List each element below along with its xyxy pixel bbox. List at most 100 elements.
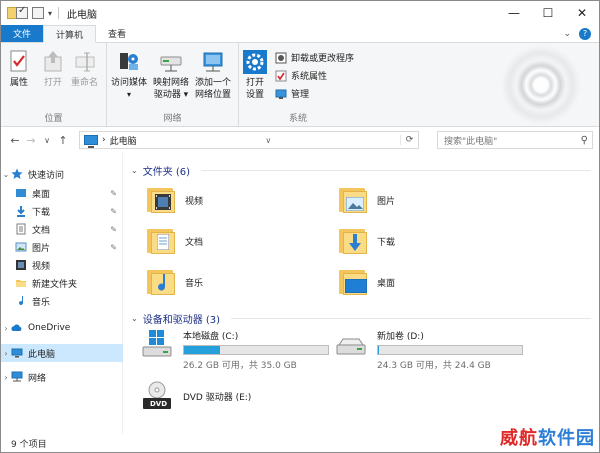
nav-music[interactable]: 音乐 bbox=[1, 292, 123, 310]
tab-computer[interactable]: 计算机 bbox=[43, 25, 97, 43]
help-icon[interactable]: ? bbox=[579, 27, 591, 40]
section-chevron-icon[interactable]: ⌄ bbox=[131, 314, 138, 323]
drive-usage-bar bbox=[183, 345, 329, 355]
nav-desktop[interactable]: 桌面 ✎ bbox=[1, 184, 123, 202]
map-network-drive-button[interactable]: 映射网络 驱动器 ▾ bbox=[153, 49, 189, 101]
nav-network-label: 网络 bbox=[28, 373, 47, 384]
quick-access-toolbar: ▾ bbox=[1, 5, 61, 19]
nav-pictures[interactable]: 图片 ✎ bbox=[1, 238, 123, 256]
collapsed-chevron-icon[interactable]: › bbox=[1, 373, 11, 382]
nav-new-folder-label: 新建文件夹 bbox=[32, 279, 78, 290]
nav-music-label: 音乐 bbox=[32, 297, 51, 308]
drive-label: 新加卷 (D:) bbox=[377, 332, 424, 342]
drives-section-header[interactable]: ⌄ 设备和驱动器 (3) bbox=[131, 311, 591, 326]
document-icon bbox=[15, 223, 27, 235]
drive-usage-bar bbox=[377, 345, 523, 355]
pin-icon: ✎ bbox=[110, 188, 117, 198]
folder-item-videos[interactable]: 视频 bbox=[145, 185, 203, 215]
customize-toolbar-icon[interactable]: ▾ bbox=[48, 9, 52, 18]
nav-videos[interactable]: 视频 bbox=[1, 256, 123, 274]
nav-quick-access-label: 快速访问 bbox=[28, 170, 65, 181]
folder-item-music[interactable]: 音乐 bbox=[145, 267, 203, 297]
gear-icon bbox=[243, 49, 267, 75]
folder-label: 下载 bbox=[377, 237, 396, 248]
new-folder-icon[interactable] bbox=[32, 7, 44, 19]
divider bbox=[201, 170, 591, 171]
desktop-folder-icon bbox=[337, 267, 367, 297]
close-button[interactable]: ✕ bbox=[565, 1, 599, 25]
folder-item-desktop[interactable]: 桌面 bbox=[337, 267, 395, 297]
pictures-folder-icon bbox=[337, 185, 367, 215]
nav-quick-access[interactable]: ⌄ 快速访问 bbox=[1, 165, 123, 183]
forward-button[interactable]: → bbox=[23, 134, 39, 147]
tab-view[interactable]: 查看 bbox=[96, 25, 138, 42]
folder-item-pictures[interactable]: 图片 bbox=[337, 185, 395, 215]
properties-button[interactable]: 属性 bbox=[7, 49, 31, 89]
map-drive-icon bbox=[159, 49, 183, 75]
star-icon bbox=[11, 168, 23, 180]
video-folder-icon bbox=[145, 185, 175, 215]
recent-locations-button[interactable]: ∨ bbox=[39, 136, 55, 145]
check-icon bbox=[275, 70, 287, 82]
folders-section-header[interactable]: ⌄ 文件夹 (6) bbox=[131, 163, 591, 178]
nav-downloads[interactable]: 下载 ✎ bbox=[1, 202, 123, 220]
properties-icon[interactable] bbox=[16, 5, 28, 19]
folders-header-label: 文件夹 (6) bbox=[142, 167, 191, 178]
collapse-ribbon-icon[interactable]: ⌄ bbox=[563, 29, 571, 39]
manage-button[interactable]: 管理 bbox=[275, 87, 309, 100]
uninstall-icon bbox=[275, 52, 287, 64]
nav-documents[interactable]: 文档 ✎ bbox=[1, 220, 123, 238]
refresh-button[interactable]: ⟳ bbox=[399, 135, 418, 145]
rename-icon bbox=[73, 49, 97, 75]
hard-drive-icon bbox=[335, 329, 367, 359]
back-button[interactable]: ← bbox=[7, 134, 23, 147]
tab-file[interactable]: 文件 bbox=[1, 25, 44, 42]
collapsed-chevron-icon[interactable]: › bbox=[1, 349, 11, 358]
map-drive-label-1: 映射网络 bbox=[153, 78, 190, 88]
group-label-location: 位置 bbox=[44, 114, 63, 124]
nav-this-pc[interactable]: › 此电脑 bbox=[1, 344, 123, 362]
folder-item-downloads[interactable]: 下载 bbox=[337, 226, 395, 256]
search-input[interactable]: 搜索"此电脑" ⚲ bbox=[437, 131, 593, 149]
collapsed-chevron-icon[interactable]: › bbox=[1, 324, 11, 333]
nav-pictures-label: 图片 bbox=[32, 243, 51, 254]
section-chevron-icon[interactable]: ⌄ bbox=[131, 166, 138, 175]
breadcrumb-this-pc[interactable]: 此电脑 bbox=[110, 134, 137, 147]
address-dropdown-icon[interactable]: ∨ bbox=[265, 136, 271, 145]
nav-new-folder[interactable]: 新建文件夹 bbox=[1, 274, 123, 292]
properties-label: 属性 bbox=[9, 78, 28, 88]
open-settings-button[interactable]: 打开 设置 bbox=[243, 49, 267, 101]
open-button[interactable]: 打开 bbox=[41, 49, 65, 89]
drives-header-label: 设备和驱动器 (3) bbox=[142, 315, 221, 326]
maximize-button[interactable]: ☐ bbox=[531, 1, 565, 25]
ribbon-group-location: 属性 打开 重命名 位置 bbox=[1, 43, 107, 127]
nav-onedrive[interactable]: › OneDrive bbox=[1, 319, 123, 337]
nav-videos-label: 视频 bbox=[32, 261, 51, 272]
drive-usage-text: 26.2 GB 可用，共 35.0 GB bbox=[183, 361, 297, 371]
properties-icon bbox=[7, 49, 31, 75]
documents-folder-icon bbox=[145, 226, 175, 256]
rename-button[interactable]: 重命名 bbox=[71, 49, 98, 89]
up-button[interactable]: ↑ bbox=[55, 134, 71, 147]
add-network-location-button[interactable]: 添加一个 网络位置 bbox=[195, 49, 231, 101]
nav-network[interactable]: › 网络 bbox=[1, 368, 123, 386]
address-field[interactable]: › 此电脑 ∨ ⟳ bbox=[79, 131, 419, 149]
downloads-folder-icon bbox=[337, 226, 367, 256]
dropdown-arrow-icon: ▾ bbox=[127, 90, 132, 99]
system-properties-button[interactable]: 系统属性 bbox=[275, 69, 327, 82]
expanded-chevron-icon[interactable]: ⌄ bbox=[1, 170, 11, 179]
drive-item-c[interactable]: 本地磁盘 (C:) 26.2 GB 可用，共 35.0 GB bbox=[141, 329, 331, 371]
folder-item-documents[interactable]: 文档 bbox=[145, 226, 203, 256]
uninstall-programs-button[interactable]: 卸载或更改程序 bbox=[275, 51, 354, 64]
windows-drive-icon bbox=[141, 329, 173, 359]
minimize-button[interactable]: — bbox=[497, 1, 531, 25]
access-media-button[interactable]: 访问媒体 ▾ bbox=[111, 49, 147, 101]
drive-usage-text: 24.3 GB 可用，共 24.4 GB bbox=[377, 361, 491, 371]
system-properties-label: 系统属性 bbox=[291, 72, 328, 82]
rename-label: 重命名 bbox=[71, 78, 99, 88]
music-folder-icon bbox=[145, 267, 175, 297]
group-label-system: 系统 bbox=[288, 114, 307, 124]
drive-item-e[interactable]: DVD DVD 驱动器 (E:) bbox=[141, 381, 331, 411]
drive-item-d[interactable]: 新加卷 (D:) 24.3 GB 可用，共 24.4 GB bbox=[335, 329, 525, 371]
open-icon bbox=[41, 49, 65, 75]
